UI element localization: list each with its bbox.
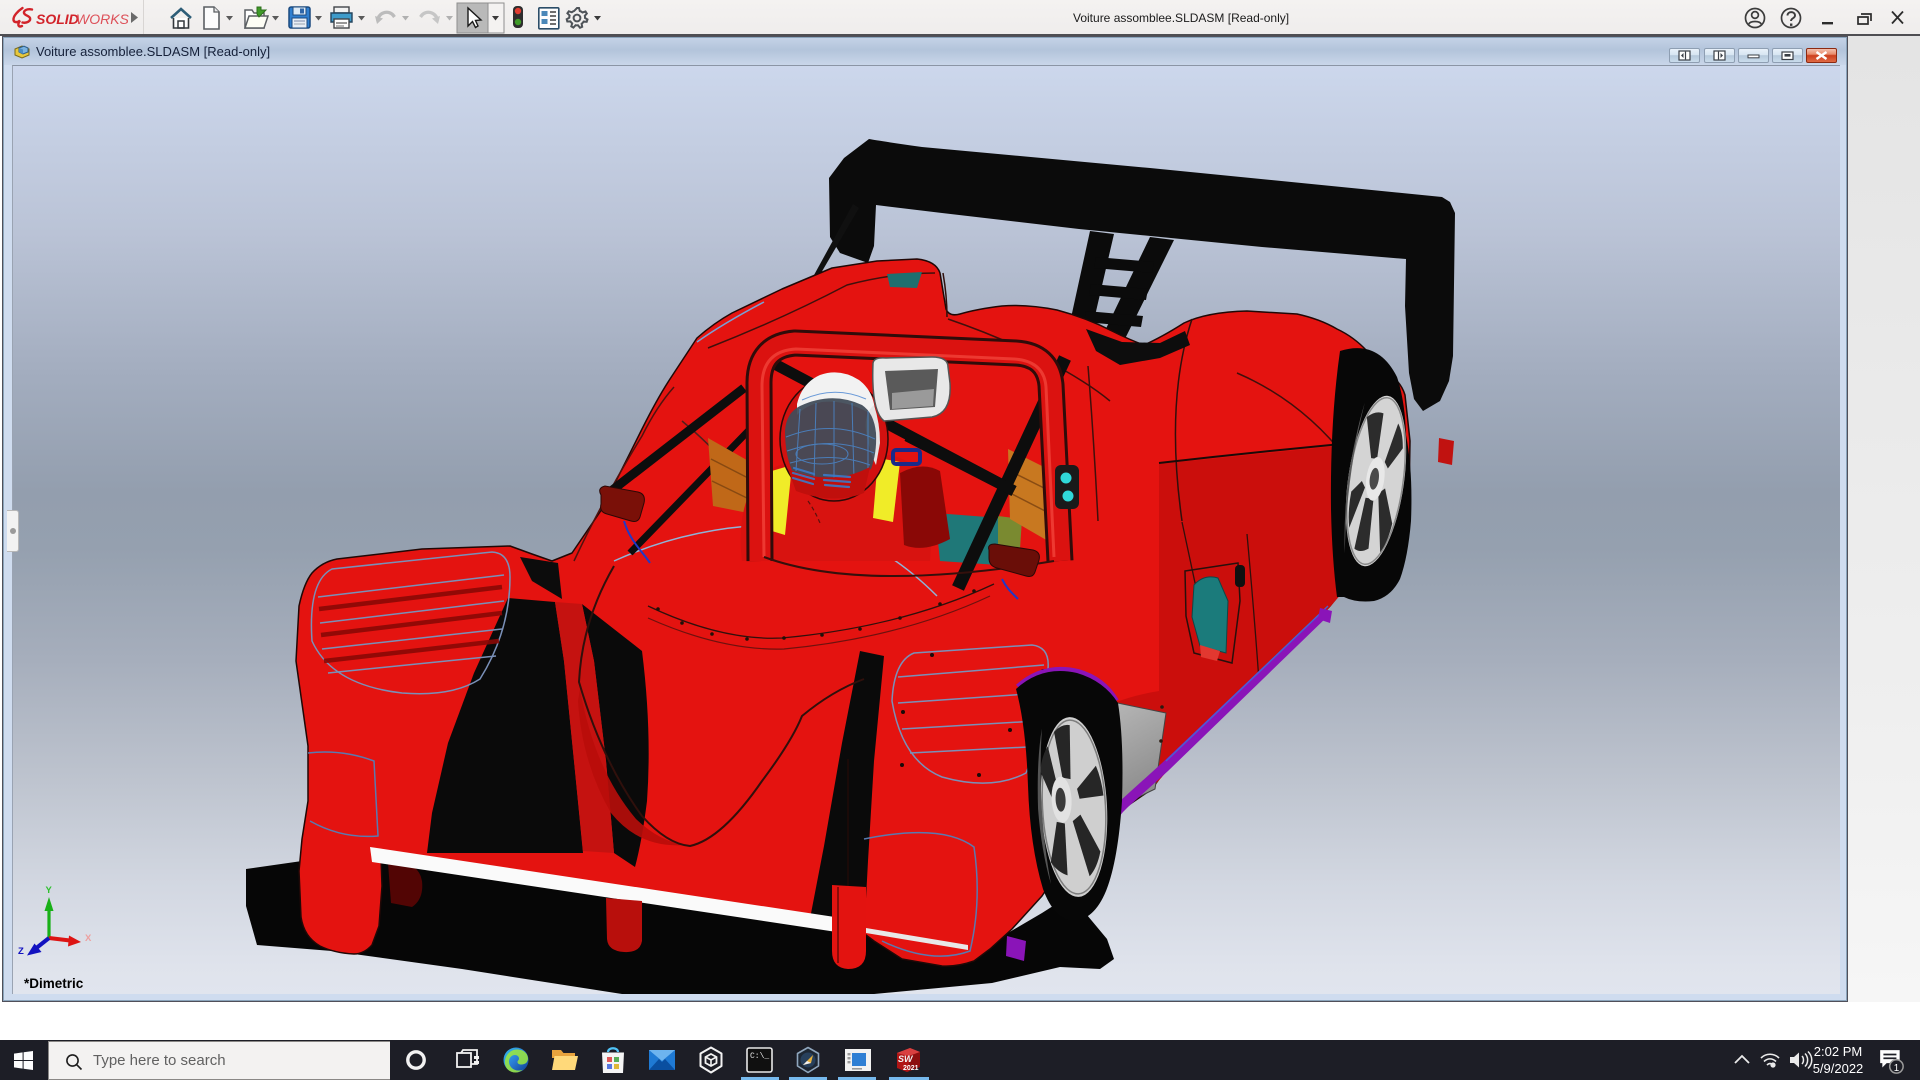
svg-text:2021: 2021	[903, 1065, 919, 1072]
svg-text:SOLID: SOLID	[36, 11, 79, 27]
svg-text:C:\_: C:\_	[750, 1052, 769, 1061]
svg-text:1: 1	[1894, 1063, 1899, 1074]
svg-text:SW: SW	[898, 1054, 914, 1064]
svg-text:X: X	[85, 933, 92, 944]
svg-text:WORKS: WORKS	[76, 11, 130, 27]
svg-text:Y: Y	[46, 885, 53, 896]
svg-text:Z: Z	[18, 946, 24, 957]
